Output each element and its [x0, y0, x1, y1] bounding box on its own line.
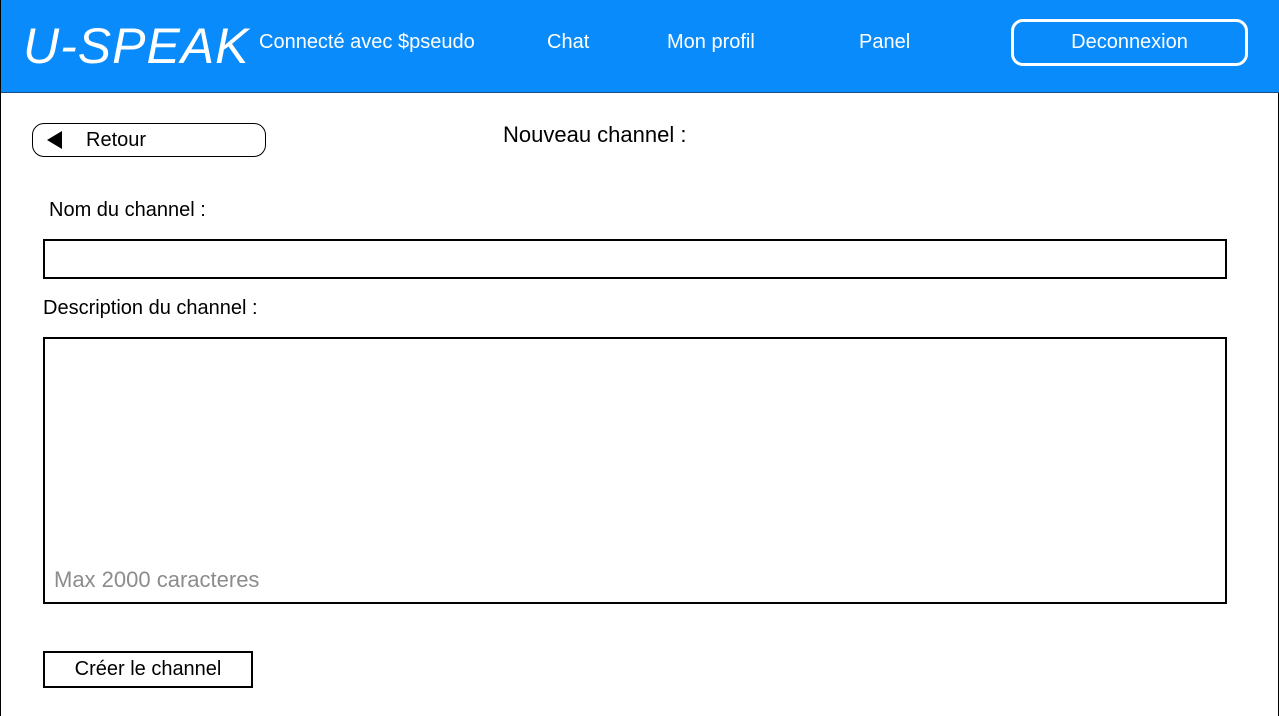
description-placeholder: Max 2000 caracteres [54, 567, 260, 592]
triangle-left-icon [47, 131, 62, 149]
channel-description-textarea[interactable]: Max 2000 caracteres [43, 337, 1227, 604]
connection-status: Connecté avec $pseudo [259, 31, 475, 53]
back-button-label: Retour [86, 129, 147, 151]
channel-name-input[interactable] [43, 239, 1227, 279]
channel-description-label: Description du channel : [43, 297, 258, 319]
nav-chat-link[interactable]: Chat [547, 30, 589, 54]
logout-button[interactable]: Deconnexion [1011, 19, 1248, 66]
page: U-SPEAK Connecté avec $pseudo Chat Mon p… [0, 0, 1279, 716]
top-nav-bar: U-SPEAK Connecté avec $pseudo Chat Mon p… [1, 0, 1279, 93]
channel-name-label: Nom du channel : [49, 199, 206, 221]
nav-profile-link[interactable]: Mon profil [667, 30, 755, 54]
create-channel-button[interactable]: Créer le channel [43, 651, 253, 688]
page-title: Nouveau channel : [503, 122, 687, 147]
app-logo[interactable]: U-SPEAK [23, 18, 250, 74]
back-button[interactable]: Retour [32, 123, 266, 157]
nav-panel-link[interactable]: Panel [859, 30, 910, 54]
